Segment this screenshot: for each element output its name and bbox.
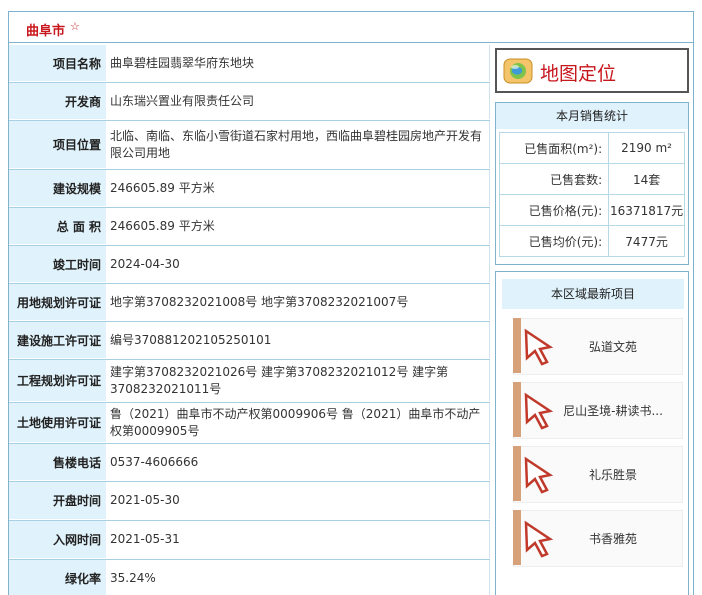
table-row: 已售面积(m²): 2190 m² (498, 132, 685, 164)
project-detail-frame: 曲阜市 ☆ 项目名称 曲阜碧桂园翡翠华府东地块 开发商 山东瑞兴置业有限责任公司… (8, 11, 694, 595)
info-value: 北临、南临、东临小雪街道石家村用地，西临曲阜碧桂园房地产开发有限公司用地 (108, 121, 490, 168)
favorite-star-icon[interactable]: ☆ (70, 20, 80, 33)
info-label: 开发商 (9, 83, 107, 119)
info-label: 竣工时间 (9, 246, 107, 282)
info-value: 山东瑞兴置业有限责任公司 (108, 83, 490, 119)
info-label: 建设规模 (9, 170, 107, 206)
thumbnail-edge (513, 382, 521, 437)
info-label: 项目名称 (9, 45, 107, 81)
info-value: 246605.89 平方米 (108, 208, 490, 244)
latest-title: 本区域最新项目 (502, 279, 684, 309)
table-row: 已售套数: 14套 (498, 163, 685, 195)
info-value: 246605.89 平方米 (108, 170, 490, 206)
sales-value: 14套 (608, 163, 685, 195)
info-value: 35.24% (108, 560, 490, 595)
project-name: 礼乐胜景 (588, 468, 637, 482)
latest-project-item[interactable]: 尼山圣境-耕读书... (513, 382, 683, 439)
info-row: 建设施工许可证 编号370881202105250101 (9, 322, 490, 359)
latest-projects-panel: 本区域最新项目 弘道文苑 尼山圣境-耕读书... 礼乐胜景 书香雅苑 (495, 271, 689, 595)
table-row: 已售均价(元): 7477元 (498, 225, 685, 257)
info-row: 用地规划许可证 地字第3708232021008号 地字第37082320210… (9, 284, 490, 321)
info-row: 建设规模 246605.89 平方米 (9, 170, 490, 207)
info-row: 土地使用许可证 鲁（2021）曲阜市不动产权第0009906号 鲁（2021）曲… (9, 403, 490, 443)
info-value: 2021-05-31 (108, 521, 490, 558)
info-row: 开盘时间 2021-05-30 (9, 482, 490, 520)
globe-icon (503, 58, 533, 84)
project-name: 书香雅苑 (588, 532, 637, 546)
info-value: 鲁（2021）曲阜市不动产权第0009906号 鲁（2021）曲阜市不动产权第0… (108, 403, 490, 442)
info-label: 工程规划许可证 (9, 360, 107, 401)
latest-project-item[interactable]: 礼乐胜景 (513, 446, 683, 503)
thumbnail-edge (513, 318, 521, 373)
city-name[interactable]: 曲阜市 (26, 20, 65, 39)
info-row: 入网时间 2021-05-31 (9, 521, 490, 559)
info-value: 建字第3708232021026号 建字第3708232021012号 建字第3… (108, 360, 490, 401)
info-label: 绿化率 (9, 560, 107, 595)
info-row: 项目位置 北临、南临、东临小雪街道石家村用地，西临曲阜碧桂园房地产开发有限公司用… (9, 121, 490, 169)
project-name: 尼山圣境-耕读书... (563, 404, 663, 418)
info-label: 入网时间 (9, 521, 107, 558)
info-row: 售楼电话 0537-4606666 (9, 444, 490, 481)
map-location-button[interactable]: 地图定位 (495, 48, 689, 93)
info-label: 售楼电话 (9, 444, 107, 480)
info-label: 土地使用许可证 (9, 403, 107, 442)
thumbnail-edge (513, 446, 521, 501)
info-value: 地字第3708232021008号 地字第3708232021007号 (108, 284, 490, 320)
monthly-sales-panel: 本月销售统计 已售面积(m²): 2190 m² 已售套数: 14套 已售价格(… (495, 102, 689, 265)
info-value: 曲阜碧桂园翡翠华府东地块 (108, 45, 490, 81)
info-value: 2024-04-30 (108, 246, 490, 282)
info-value: 2021-05-30 (108, 482, 490, 519)
latest-project-item[interactable]: 弘道文苑 (513, 318, 683, 375)
sales-table: 已售面积(m²): 2190 m² 已售套数: 14套 已售价格(元): 163… (498, 132, 685, 257)
sales-value: 2190 m² (608, 132, 685, 164)
sales-key: 已售价格(元): (498, 194, 610, 226)
sales-key: 已售面积(m²): (498, 132, 610, 164)
info-row: 项目名称 曲阜碧桂园翡翠华府东地块 (9, 45, 490, 82)
table-row: 已售价格(元): 16371817元 (498, 194, 685, 226)
thumbnail-edge (513, 510, 521, 565)
info-row: 竣工时间 2024-04-30 (9, 246, 490, 283)
sales-title: 本月销售统计 (496, 103, 688, 130)
info-row: 总 面 积 246605.89 平方米 (9, 208, 490, 245)
city-header: 曲阜市 ☆ (9, 12, 693, 43)
map-button-label: 地图定位 (540, 63, 617, 85)
info-label: 用地规划许可证 (9, 284, 107, 320)
info-row: 开发商 山东瑞兴置业有限责任公司 (9, 83, 490, 120)
info-label: 建设施工许可证 (9, 322, 107, 358)
latest-project-item[interactable]: 书香雅苑 (513, 510, 683, 567)
info-row: 绿化率 35.24% (9, 560, 490, 595)
sales-key: 已售套数: (498, 163, 610, 195)
info-value: 编号370881202105250101 (108, 322, 490, 358)
info-value: 0537-4606666 (108, 444, 490, 480)
info-row: 工程规划许可证 建字第3708232021026号 建字第37082320210… (9, 360, 490, 402)
info-label: 总 面 积 (9, 208, 107, 244)
info-label: 开盘时间 (9, 482, 107, 519)
sales-value: 16371817元 (608, 194, 685, 226)
sales-value: 7477元 (608, 225, 685, 257)
sales-key: 已售均价(元): (498, 225, 610, 257)
project-name: 弘道文苑 (588, 340, 637, 354)
info-label: 项目位置 (9, 121, 107, 168)
